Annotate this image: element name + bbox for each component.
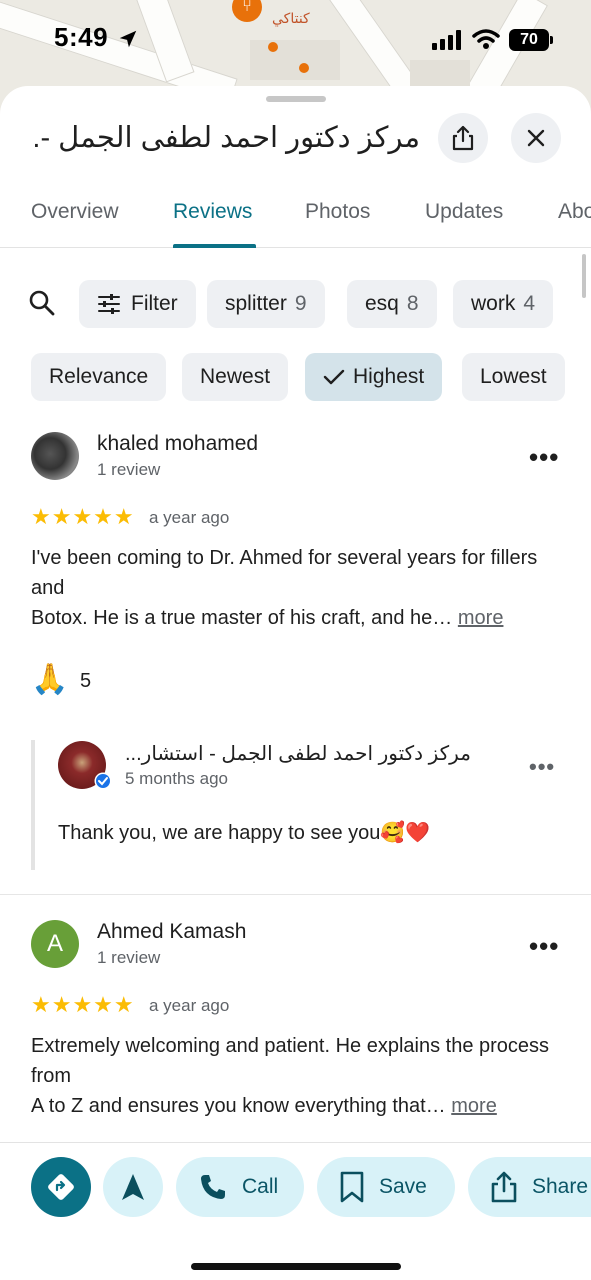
home-indicator[interactable] [191, 1263, 401, 1270]
search-reviews-icon[interactable] [28, 289, 56, 317]
tab-photos[interactable]: Photos [305, 200, 370, 224]
sheet-drag-handle[interactable] [266, 96, 326, 102]
place-sheet: مركز دكتور احمد لطفى الجمل -... Overview… [0, 86, 591, 1280]
review-text: Extremely welcoming and patient. He expl… [31, 1031, 571, 1121]
bookmark-icon [340, 1171, 364, 1203]
map-dot [299, 63, 309, 73]
review-time: a year ago [149, 996, 230, 1015]
directions-icon [48, 1174, 74, 1200]
owner-reply-time: 5 months ago [125, 769, 229, 788]
close-icon [527, 129, 545, 147]
tab-overview[interactable]: Overview [31, 200, 119, 224]
reviewer-avatar[interactable]: A [31, 920, 79, 968]
review-text: I've been coming to Dr. Ahmed for severa… [31, 543, 571, 633]
owner-more-options-icon[interactable]: ••• [529, 756, 555, 778]
start-navigation-button[interactable] [103, 1157, 163, 1217]
action-bar: Call Save Share [0, 1142, 591, 1280]
phone-icon [201, 1175, 225, 1199]
active-tab-indicator [173, 244, 256, 248]
call-button[interactable]: Call [176, 1157, 304, 1217]
save-label: Save [379, 1175, 427, 1198]
topic-chip-splitter[interactable]: splitter 9 [207, 280, 325, 328]
topic-label: esq [365, 292, 399, 315]
share-place-button[interactable]: Share [468, 1157, 591, 1217]
topic-chip-work[interactable]: work 4 [453, 280, 554, 328]
battery-indicator: 70 [509, 29, 553, 51]
tab-about[interactable]: Abo [558, 200, 591, 224]
share-icon [491, 1171, 517, 1203]
sort-label: Highest [353, 365, 425, 388]
more-options-icon[interactable]: ••• [529, 444, 559, 470]
review-more-link[interactable]: more [458, 607, 504, 629]
filter-button[interactable]: Filter [79, 280, 196, 328]
reviewer-name[interactable]: Ahmed Kamash [97, 920, 246, 944]
review-divider [0, 894, 591, 895]
sort-chip-relevance[interactable]: Relevance [31, 353, 167, 401]
topic-count: 4 [523, 292, 536, 315]
star-rating: ★★★★★ [31, 504, 135, 529]
status-time: 5:49 [54, 22, 109, 52]
topic-label: work [471, 292, 516, 315]
topic-label: splitter [225, 292, 287, 315]
filter-label: Filter [131, 292, 178, 315]
topic-count: 8 [406, 292, 419, 315]
topic-count: 9 [294, 292, 307, 315]
owner-reply-rule [31, 740, 35, 870]
sort-chip-highest[interactable]: Highest [305, 353, 443, 401]
location-arrow-icon [119, 30, 137, 48]
owner-reply-text: Thank you, we are happy to see you🥰❤️ [58, 822, 431, 844]
reviewer-name[interactable]: khaled mohamed [97, 432, 258, 456]
place-title: مركز دكتور احمد لطفى الجمل -... [30, 122, 420, 154]
reviewer-avatar[interactable] [31, 432, 79, 480]
star-rating: ★★★★★ [31, 992, 135, 1017]
reaction-emoji[interactable]: 🙏 [31, 662, 68, 697]
review-more-link[interactable]: more [451, 1095, 497, 1117]
sort-chip-lowest[interactable]: Lowest [462, 353, 565, 401]
restaurant-pin-icon[interactable]: ⑂ [232, 0, 262, 22]
save-button[interactable]: Save [317, 1157, 455, 1217]
directions-button[interactable] [31, 1157, 91, 1217]
share-button[interactable] [438, 113, 488, 163]
owner-name[interactable]: مركز دكتور احمد لطفى الجمل - استشار... [125, 741, 475, 766]
status-bar: 5:49 70 [0, 22, 591, 58]
sort-label: Relevance [49, 365, 149, 388]
cellular-signal-icon [432, 30, 461, 50]
reviewer-review-count: 1 review [97, 948, 161, 967]
sort-label: Newest [200, 365, 271, 388]
review-time: a year ago [149, 508, 230, 527]
tab-bar: Overview Reviews Photos Updates Abo [0, 186, 591, 248]
more-options-icon[interactable]: ••• [529, 933, 559, 959]
wifi-icon [472, 29, 500, 49]
share-label: Share [532, 1175, 589, 1198]
sort-label: Lowest [480, 365, 547, 388]
tab-reviews[interactable]: Reviews [173, 200, 252, 224]
reviewer-review-count: 1 review [97, 460, 161, 479]
scrollbar[interactable] [582, 254, 586, 298]
call-label: Call [242, 1175, 279, 1198]
verified-badge-icon [94, 772, 112, 790]
navigation-arrow-icon [122, 1174, 144, 1200]
close-button[interactable] [511, 113, 561, 163]
tune-icon [98, 294, 120, 314]
tab-updates[interactable]: Updates [425, 200, 503, 224]
share-icon [452, 125, 474, 151]
topic-chip-esq[interactable]: esq 8 [347, 280, 437, 328]
sort-chip-newest[interactable]: Newest [182, 353, 289, 401]
reaction-count: 5 [80, 670, 92, 692]
check-icon [323, 369, 345, 385]
